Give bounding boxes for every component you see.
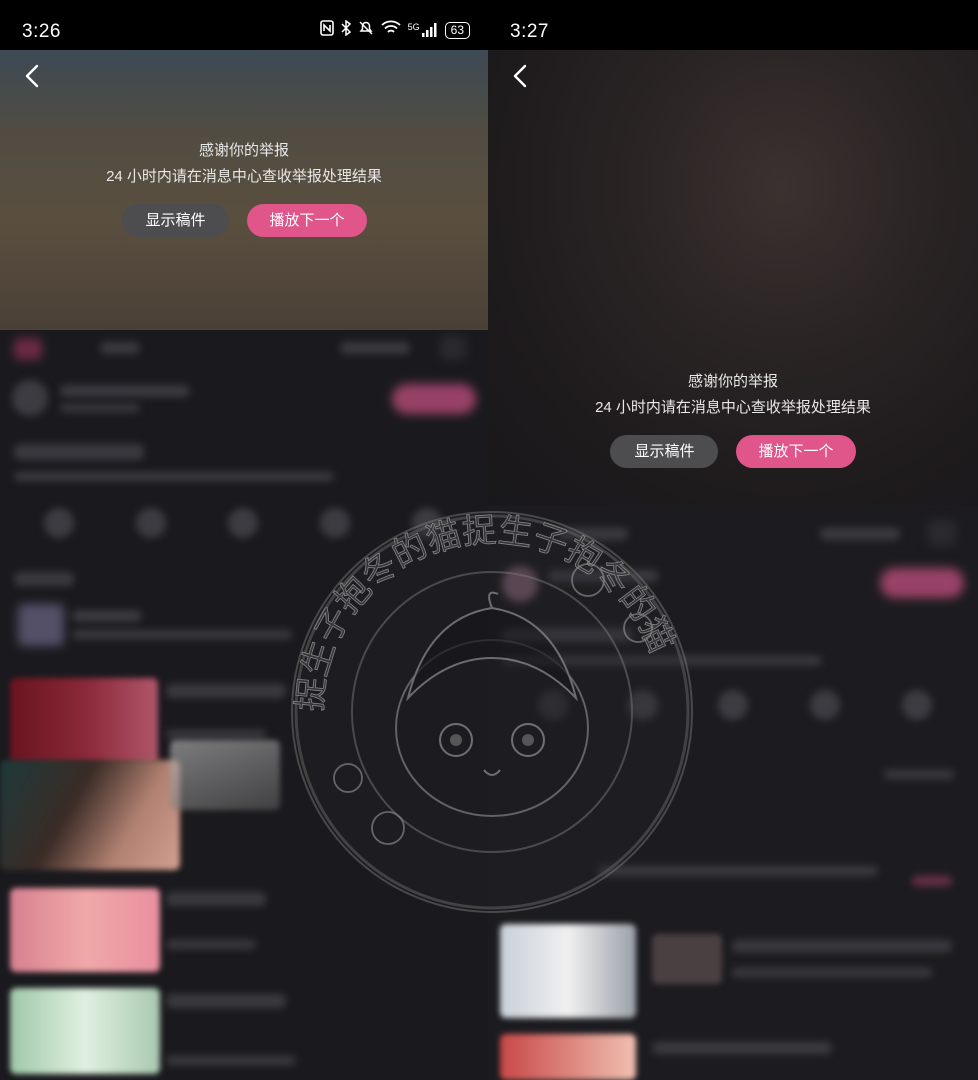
- blurred-tab: [820, 528, 900, 540]
- blurred-video-title: [166, 994, 286, 1008]
- share-icon[interactable]: [902, 690, 932, 720]
- chevron-left-icon: [25, 64, 39, 88]
- show-content-button[interactable]: 显示稿件: [121, 204, 230, 237]
- favorite-icon[interactable]: [810, 690, 840, 720]
- wifi-icon: [381, 20, 401, 40]
- blurred-label: [14, 572, 74, 586]
- blurred-overlay: [170, 740, 280, 810]
- avatar: [12, 380, 48, 416]
- coin-icon[interactable]: [228, 508, 258, 538]
- status-time: 3:27: [510, 21, 549, 42]
- blurred-video-meta: [732, 968, 932, 977]
- blurred-meta: [60, 404, 140, 412]
- blurred-video-title: [166, 684, 286, 698]
- follow-button[interactable]: [880, 568, 964, 598]
- report-overlay: 感谢你的举报 24 小时内请在消息中心查收举报处理结果 显示稿件 播放下一个: [0, 138, 488, 237]
- report-thanks-text: 感谢你的举报: [687, 373, 778, 390]
- play-next-button[interactable]: 播放下一个: [736, 435, 856, 468]
- blurred-video-title: [732, 940, 952, 952]
- status-bar: 3:26 5G 63: [0, 0, 488, 50]
- report-info-text: 24 小时内请在消息中心查收举报处理结果: [106, 168, 382, 185]
- blurred-title: [14, 444, 144, 460]
- video-thumbnail[interactable]: [500, 1034, 636, 1080]
- follow-button[interactable]: [392, 384, 476, 414]
- video-thumbnail[interactable]: [500, 924, 636, 1018]
- blurred-thumbnail: [652, 934, 722, 984]
- overlay-actions: 显示稿件 播放下一个: [488, 435, 978, 468]
- signal-icon: 5G: [408, 23, 438, 37]
- blurred-name: [60, 385, 190, 397]
- mute-icon: [358, 20, 374, 40]
- blurred-text: [72, 610, 142, 622]
- blurred-thumbnail: [18, 604, 64, 646]
- nfc-icon: [319, 20, 334, 40]
- blurred-video-title: [166, 892, 266, 906]
- dislike-icon[interactable]: [136, 508, 166, 538]
- report-info-text: 24 小时内请在消息中心查收举报处理结果: [595, 399, 871, 416]
- blurred-tag: [912, 876, 952, 886]
- report-overlay: 感谢你的举报 24 小时内请在消息中心查收举报处理结果 显示稿件 播放下一个: [488, 369, 978, 468]
- status-time: 3:26: [22, 21, 61, 42]
- show-content-button[interactable]: 显示稿件: [610, 435, 719, 468]
- blurred-video-title: [652, 1042, 832, 1054]
- blurred-icon: [928, 520, 956, 546]
- tab-indicator: [14, 338, 42, 360]
- video-thumbnail[interactable]: [10, 988, 160, 1074]
- blurred-text: [72, 630, 292, 639]
- back-button[interactable]: [22, 62, 42, 90]
- blurred-video-meta: [166, 1056, 296, 1065]
- blurred-tab: [340, 342, 410, 354]
- video-thumbnail[interactable]: [0, 760, 180, 870]
- blurred-video-meta: [166, 940, 256, 949]
- coin-icon[interactable]: [718, 690, 748, 720]
- battery-icon: 63: [444, 21, 470, 39]
- watermark-seal: 捉生子抱冬的猫捉生子抱冬的猫: [290, 510, 693, 913]
- blurred-desc: [14, 472, 334, 481]
- chevron-left-icon: [513, 64, 527, 88]
- network-type: 5G: [407, 22, 420, 32]
- blurred-meta: [884, 770, 954, 779]
- blurred-tab: [100, 342, 140, 354]
- blurred-icon: [440, 336, 466, 360]
- back-button[interactable]: [510, 62, 530, 90]
- blurred-video-meta: [166, 730, 266, 739]
- play-next-button[interactable]: 播放下一个: [247, 204, 367, 237]
- bluetooth-icon: [341, 19, 351, 40]
- status-icons: 5G 63: [319, 19, 470, 40]
- overlay-actions: 显示稿件 播放下一个: [0, 204, 488, 237]
- video-thumbnail[interactable]: [10, 678, 158, 764]
- report-thanks-text: 感谢你的举报: [198, 142, 289, 159]
- video-thumbnail[interactable]: [10, 888, 160, 972]
- status-bar: 3:27: [488, 0, 978, 50]
- like-icon[interactable]: [44, 508, 74, 538]
